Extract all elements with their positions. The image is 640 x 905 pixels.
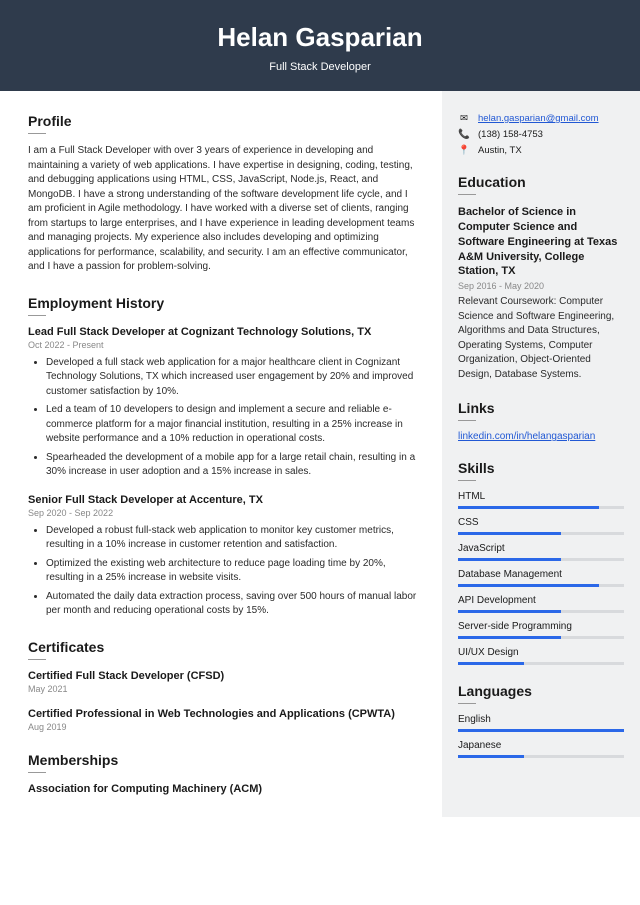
phone-icon: 📞 — [458, 129, 470, 140]
language-name: Japanese — [458, 740, 624, 751]
progress-fill — [458, 558, 561, 561]
job-bullets: Developed a robust full-stack web applic… — [28, 524, 422, 619]
links-heading: Links — [458, 400, 624, 416]
skill: CSS — [458, 517, 624, 535]
skill-name: JavaScript — [458, 543, 624, 554]
memberships-heading: Memberships — [28, 752, 422, 768]
divider — [28, 315, 46, 316]
job-title: Senior Full Stack Developer at Accenture… — [28, 494, 422, 506]
skill: Server-side Programming — [458, 621, 624, 639]
certificate-title: Certified Professional in Web Technologi… — [28, 708, 422, 720]
job-bullet: Developed a full stack web application f… — [46, 356, 422, 400]
membership-title: Association for Computing Machinery (ACM… — [28, 783, 422, 795]
progress-bar — [458, 755, 624, 758]
skills-section: Skills HTML CSS JavaScript Database Managem… — [458, 460, 624, 665]
certificate-date: Aug 2019 — [28, 722, 422, 732]
person-title: Full Stack Developer — [0, 61, 640, 73]
memberships-section: Memberships Association for Computing Ma… — [28, 752, 422, 795]
profile-heading: Profile — [28, 113, 422, 129]
progress-fill — [458, 662, 524, 665]
employment-heading: Employment History — [28, 295, 422, 311]
progress-fill — [458, 584, 599, 587]
sidebar: ✉ helan.gasparian@gmail.com 📞 (138) 158-47… — [442, 91, 640, 817]
language: Japanese — [458, 740, 624, 758]
progress-fill — [458, 532, 561, 535]
skill: UI/UX Design — [458, 647, 624, 665]
job-title: Lead Full Stack Developer at Cognizant T… — [28, 326, 422, 338]
job-bullet: Optimized the existing web architecture … — [46, 557, 422, 586]
skill: HTML — [458, 491, 624, 509]
progress-fill — [458, 729, 624, 732]
job-date: Oct 2022 - Present — [28, 340, 422, 350]
progress-fill — [458, 636, 561, 639]
education-heading: Education — [458, 174, 624, 190]
email-link[interactable]: helan.gasparian@gmail.com — [478, 113, 599, 124]
location-text: Austin, TX — [478, 145, 522, 156]
skill-name: Server-side Programming — [458, 621, 624, 632]
progress-bar — [458, 636, 624, 639]
skill-name: UI/UX Design — [458, 647, 624, 658]
job: Senior Full Stack Developer at Accenture… — [28, 494, 422, 619]
external-link[interactable]: linkedin.com/in/helangasparian — [458, 431, 595, 442]
job-bullet: Developed a robust full-stack web applic… — [46, 524, 422, 553]
job-bullet: Led a team of 10 developers to design an… — [46, 403, 422, 447]
certificate-date: May 2021 — [28, 684, 422, 694]
header: Helan Gasparian Full Stack Developer — [0, 0, 640, 91]
links-section: Links linkedin.com/in/helangasparian — [458, 400, 624, 442]
progress-bar — [458, 662, 624, 665]
skill-name: Database Management — [458, 569, 624, 580]
language: English — [458, 714, 624, 732]
location-icon: 📍 — [458, 145, 470, 156]
email-icon: ✉ — [458, 113, 470, 124]
progress-bar — [458, 506, 624, 509]
progress-fill — [458, 506, 599, 509]
main-column: Profile I am a Full Stack Developer with… — [0, 91, 442, 817]
certificates-heading: Certificates — [28, 639, 422, 655]
phone-text: (138) 158-4753 — [478, 129, 543, 140]
contact-section: ✉ helan.gasparian@gmail.com 📞 (138) 158-47… — [458, 113, 624, 156]
job: Lead Full Stack Developer at Cognizant T… — [28, 326, 422, 480]
progress-fill — [458, 755, 524, 758]
divider — [458, 420, 476, 421]
divider — [28, 772, 46, 773]
progress-bar — [458, 729, 624, 732]
profile-section: Profile I am a Full Stack Developer with… — [28, 113, 422, 275]
skill-name: API Development — [458, 595, 624, 606]
skill: Database Management — [458, 569, 624, 587]
progress-bar — [458, 584, 624, 587]
progress-fill — [458, 610, 561, 613]
progress-bar — [458, 558, 624, 561]
divider — [458, 480, 476, 481]
skills-heading: Skills — [458, 460, 624, 476]
certificate: Certified Professional in Web Technologi… — [28, 708, 422, 732]
languages-heading: Languages — [458, 683, 624, 699]
languages-section: Languages English Japanese — [458, 683, 624, 758]
person-name: Helan Gasparian — [0, 22, 640, 53]
certificates-section: Certificates Certified Full Stack Develo… — [28, 639, 422, 732]
progress-bar — [458, 532, 624, 535]
progress-bar — [458, 610, 624, 613]
education-desc: Relevant Coursework: Computer Science an… — [458, 295, 624, 382]
language-name: English — [458, 714, 624, 725]
education-title: Bachelor of Science in Computer Science … — [458, 205, 624, 279]
profile-text: I am a Full Stack Developer with over 3 … — [28, 144, 422, 275]
education-section: Education Bachelor of Science in Compute… — [458, 174, 624, 382]
job-bullet: Automated the daily data extraction proc… — [46, 590, 422, 619]
divider — [28, 659, 46, 660]
skill-name: HTML — [458, 491, 624, 502]
skill: JavaScript — [458, 543, 624, 561]
divider — [28, 133, 46, 134]
skill: API Development — [458, 595, 624, 613]
employment-section: Employment History Lead Full Stack Devel… — [28, 295, 422, 619]
job-date: Sep 2020 - Sep 2022 — [28, 508, 422, 518]
divider — [458, 194, 476, 195]
job-bullet: Spearheaded the development of a mobile … — [46, 451, 422, 480]
education-date: Sep 2016 - May 2020 — [458, 281, 624, 291]
job-bullets: Developed a full stack web application f… — [28, 356, 422, 480]
certificate: Certified Full Stack Developer (CFSD) May… — [28, 670, 422, 694]
skill-name: CSS — [458, 517, 624, 528]
divider — [458, 703, 476, 704]
certificate-title: Certified Full Stack Developer (CFSD) — [28, 670, 422, 682]
